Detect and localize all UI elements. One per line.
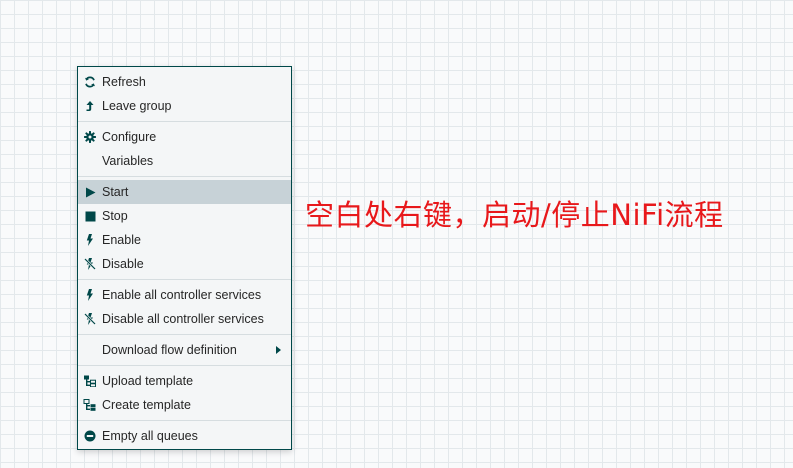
stop-square-icon bbox=[82, 204, 98, 228]
menu-separator bbox=[78, 176, 291, 177]
menu-item-variables-label: Variables bbox=[102, 154, 154, 168]
menu-item-stop-label: Stop bbox=[102, 209, 128, 223]
menu-item-stop[interactable]: Stop bbox=[78, 204, 291, 228]
flash-disabled-icon bbox=[82, 307, 98, 331]
menu-separator bbox=[78, 365, 291, 366]
menu-separator bbox=[78, 334, 291, 335]
menu-separator bbox=[78, 121, 291, 122]
menu-separator bbox=[78, 279, 291, 280]
menu-item-start[interactable]: Start bbox=[78, 180, 291, 204]
gear-icon bbox=[82, 125, 98, 149]
menu-item-leave-group[interactable]: Leave group bbox=[78, 94, 291, 118]
menu-item-leave-group-label: Leave group bbox=[102, 99, 172, 113]
menu-item-variables[interactable]: Variables bbox=[78, 149, 291, 173]
menu-item-configure[interactable]: Configure bbox=[78, 125, 291, 149]
flash-icon bbox=[82, 283, 98, 307]
menu-item-disable-all-controller-services[interactable]: Disable all controller services bbox=[78, 307, 291, 331]
menu-item-upload-template[interactable]: Upload template bbox=[78, 369, 291, 393]
menu-item-empty-all-queues[interactable]: Empty all queues bbox=[78, 424, 291, 448]
level-up-icon bbox=[82, 94, 98, 118]
menu-item-empty-all-queues-label: Empty all queues bbox=[102, 429, 198, 443]
menu-item-download-flow-definition[interactable]: Download flow definition bbox=[78, 338, 291, 362]
menu-item-create-template[interactable]: Create template bbox=[78, 393, 291, 417]
play-icon bbox=[82, 180, 98, 204]
caret-right-icon bbox=[276, 346, 281, 354]
flash-disabled-icon bbox=[82, 252, 98, 276]
menu-item-download-flow-definition-label: Download flow definition bbox=[102, 343, 237, 357]
menu-item-start-label: Start bbox=[102, 185, 129, 199]
menu-item-configure-label: Configure bbox=[102, 130, 157, 144]
menu-item-upload-template-label: Upload template bbox=[102, 374, 194, 388]
menu-item-create-template-label: Create template bbox=[102, 398, 191, 412]
minus-circle-icon bbox=[82, 424, 98, 448]
menu-separator bbox=[78, 420, 291, 421]
menu-item-disable[interactable]: Disable bbox=[78, 252, 291, 276]
menu-item-enable-all-controller-services-label: Enable all controller services bbox=[102, 288, 262, 302]
upload-template-icon bbox=[82, 369, 98, 393]
menu-item-enable[interactable]: Enable bbox=[78, 228, 291, 252]
flash-icon bbox=[82, 228, 98, 252]
annotation-text: 空白处右键，启动/停止NiFi流程 bbox=[305, 198, 724, 232]
menu-item-refresh-label: Refresh bbox=[102, 75, 146, 89]
menu-item-refresh[interactable]: Refresh bbox=[78, 70, 291, 94]
menu-item-disable-all-controller-services-label: Disable all controller services bbox=[102, 312, 264, 326]
refresh-icon bbox=[82, 70, 98, 94]
menu-item-enable-label: Enable bbox=[102, 233, 141, 247]
context-menu: Refresh Leave group Configure Variables … bbox=[77, 66, 292, 450]
create-template-icon bbox=[82, 393, 98, 417]
menu-item-disable-label: Disable bbox=[102, 257, 144, 271]
menu-item-enable-all-controller-services[interactable]: Enable all controller services bbox=[78, 283, 291, 307]
